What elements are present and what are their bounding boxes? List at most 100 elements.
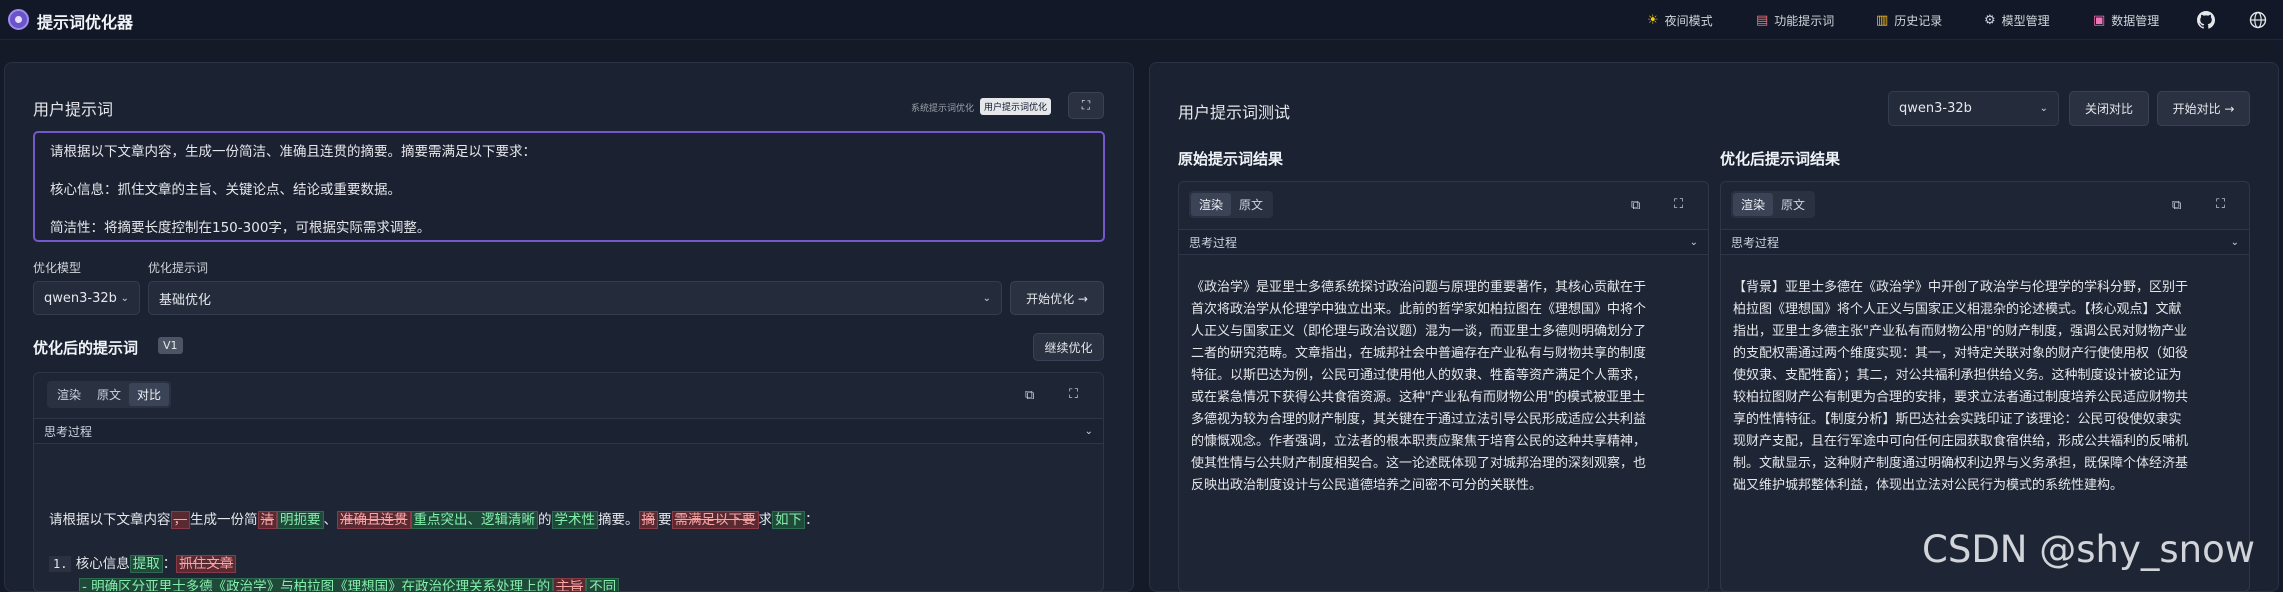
version-badge[interactable]: V1	[158, 337, 183, 354]
thinking-process-toggle[interactable]: 思考过程 ⌄	[1721, 229, 2249, 255]
template-select-value: 基础优化	[159, 292, 212, 308]
tab-compare[interactable]: 对比	[129, 383, 170, 406]
user-prompt-mode-button[interactable]: 用户提示词优化	[980, 98, 1052, 115]
github-button[interactable]	[2197, 9, 2215, 31]
start-compare-button[interactable]: 开始对比 →	[2157, 91, 2250, 126]
text-line: 二者的研究范畴。文章指出，在城邦社会中普遍存在产业私有与财物共享的制度	[1191, 346, 1647, 361]
user-prompt-input[interactable]: 请根据以下文章内容，生成一份简洁、准确且连贯的摘要。摘要需满足以下要求： 核心信…	[33, 131, 1105, 242]
continue-optimize-button[interactable]: 继续优化	[1033, 333, 1104, 361]
diff-seg-removed: 准确且连贯	[337, 511, 411, 529]
diff-line-2: 1. 核心信息 提取：抓住文章	[49, 554, 1089, 574]
diff-seg: ：	[162, 556, 177, 572]
tab-source[interactable]: 原文	[1231, 193, 1271, 216]
tab-render[interactable]: 渲染	[49, 383, 89, 406]
original-result-title: 原始提示词结果	[1178, 150, 1284, 168]
tab-render[interactable]: 渲染	[1191, 193, 1232, 216]
diff-seg-added: 不同	[586, 578, 620, 591]
text-line: 使奴隶、支配牲畜）；其二，对公共福利承担供给义务。这种制度设计被论证为	[1733, 368, 2182, 383]
diff-seg-added: 提取	[129, 555, 163, 573]
prompt-line: 请根据以下文章内容，生成一份简洁、准确且连贯的摘要。摘要需满足以下要求：	[50, 144, 536, 160]
document-icon: ▤	[1756, 12, 1769, 28]
diff-seg-removed: 抓住文章	[176, 555, 237, 573]
app-title: 提示词优化器	[37, 13, 134, 32]
template-select[interactable]: 基础优化 ⌄	[148, 281, 1002, 315]
system-prompt-mode-button[interactable]: 系统提示词优化	[911, 101, 974, 114]
thinking-process-toggle[interactable]: 思考过程 ⌄	[1179, 229, 1708, 255]
chevron-down-icon: ⌄	[1084, 425, 1093, 437]
prompt-line: 核心信息：抓住文章的主旨、关键论点、结论或重要数据。	[50, 182, 401, 198]
optimized-prompt-title: 优化后的提示词	[33, 339, 139, 357]
sun-icon: ☀	[1647, 12, 1659, 28]
model-label: 优化模型	[33, 261, 82, 275]
top-bar: 提示词优化器 ☀ 夜间模式 ▤ 功能提示词 ▥ 历史记录 ⚙ 模型管理 ▣ 数据…	[0, 0, 2283, 40]
night-mode-label: 夜间模式	[1664, 13, 1713, 28]
fullscreen-icon[interactable]: ⛶	[1069, 387, 1078, 402]
diff-seg: 请根据以下文章内容	[49, 512, 171, 528]
text-line: 首次将政治学从伦理学中独立出来。此前的哲学家如柏拉图在《理想国》中将个	[1191, 302, 1647, 317]
fullscreen-icon[interactable]: ⛶	[2216, 197, 2225, 212]
diff-seg-added: - 明确区分亚里士多德《政治学》与柏拉图《理想国》在政治伦理关系处理上的	[79, 578, 554, 591]
original-result-text: 《政治学》是亚里士多德系统探讨政治问题与原理的重要著作，其核心贡献在于 首次将政…	[1191, 277, 1701, 497]
chevron-down-icon: ⌄	[982, 292, 991, 304]
language-button[interactable]	[2249, 9, 2267, 31]
tab-source[interactable]: 原文	[89, 383, 129, 406]
diff-line-3: - 明确区分亚里士多德《政治学》与柏拉图《理想国》在政治伦理关系处理上的 主旨 不同	[79, 577, 1089, 591]
user-prompt-title: 用户提示词	[33, 100, 114, 119]
model-management-label: 模型管理	[2001, 13, 2050, 28]
chevron-down-icon: ⌄	[120, 292, 129, 304]
expand-button[interactable]: ⛶	[1068, 92, 1104, 119]
text-line: 反映出政治制度设计与公民道德培养之间密不可分的关联性。	[1191, 478, 1543, 493]
diff-seg: 的	[538, 512, 552, 528]
data-management-label: 数据管理	[2111, 13, 2160, 28]
diff-seg: 要	[658, 512, 672, 528]
copy-icon[interactable]: ⧉	[2172, 198, 2181, 213]
github-icon	[2197, 11, 2215, 29]
close-compare-button[interactable]: 关闭对比	[2069, 91, 2149, 126]
text-line: 柏拉图《理想国》将个人正义与国家正义相混杂的论述模式。【核心观点】文献	[1733, 302, 2182, 317]
fullscreen-icon[interactable]: ⛶	[1674, 197, 1683, 212]
diff-seg-added: 明扼要	[277, 511, 324, 529]
diff-seg: 求	[758, 512, 773, 528]
text-line: 指出，亚里士多德主张"产业私有而财物公用"的财产制度，强调公民对财物产业	[1733, 324, 2187, 339]
diff-line-1: 请根据以下文章内容，生成一份简洁明扼要、准确且连贯 重点突出、逻辑清晰的学术性 摘要…	[49, 510, 1089, 530]
text-line: 础又维护城邦整体利益，体现出立法对公民行为模式的系统性建构。	[1733, 478, 2124, 493]
night-mode-button[interactable]: ☀ 夜间模式	[1647, 9, 1713, 31]
start-optimize-button[interactable]: 开始优化 →	[1010, 281, 1104, 315]
thinking-process-toggle[interactable]: 思考过程 ⌄	[34, 418, 1103, 444]
csdn-watermark: CSDN @shy_snow	[1922, 528, 2255, 571]
diff-seg: 、	[323, 512, 338, 528]
copy-icon[interactable]: ⧉	[1025, 388, 1034, 403]
optimized-result-title: 优化后提示词结果	[1720, 150, 1841, 168]
optimized-result-card: 渲染 原文 对比 ⧉ ⛶ 思考过程 ⌄ 请根据以下文章内容，生成一份简洁明扼要、…	[33, 372, 1104, 592]
diff-seg-added: 学术性	[551, 511, 598, 529]
text-line: 较柏拉图财产公有制更为合理的安排，要求立法者通过制度培养公民适应财物共	[1733, 390, 2189, 405]
function-prompts-button[interactable]: ▤ 功能提示词	[1756, 9, 1834, 31]
chevron-down-icon: ⌄	[1689, 236, 1698, 248]
text-line: 【背景】亚里士多德在《政治学》中开创了政治学与伦理学的学科分野，区别于	[1733, 280, 2189, 295]
app-logo-icon	[8, 9, 29, 30]
text-line: 《政治学》是亚里士多德系统探讨政治问题与原理的重要著作，其核心贡献在于	[1191, 280, 1647, 295]
model-management-button[interactable]: ⚙ 模型管理	[1984, 9, 2050, 31]
test-model-value: qwen3-32b	[1899, 101, 1972, 116]
tab-render[interactable]: 渲染	[1733, 193, 1774, 216]
history-button[interactable]: ▥ 历史记录	[1876, 9, 1942, 31]
copy-icon[interactable]: ⧉	[1631, 198, 1640, 213]
diff-seg-removed: 主旨	[553, 578, 587, 591]
model-select[interactable]: qwen3-32b ⌄	[33, 281, 140, 315]
diff-seg: 摘要。	[598, 512, 639, 528]
text-line: 享的性情特征。【制度分析】斯巴达社会实践印证了该理论：公民可役使奴隶实	[1733, 412, 2182, 427]
list-number: 1.	[49, 556, 72, 572]
test-model-select[interactable]: qwen3-32b ⌄	[1888, 91, 2059, 126]
diff-seg: 核心信息	[75, 556, 130, 572]
prompt-line: 简洁性：将摘要长度控制在150-300字，可根据实际需求调整。	[50, 220, 431, 236]
diff-seg-added: 重点突出、逻辑清晰	[410, 511, 538, 529]
thinking-label: 思考过程	[1189, 235, 1238, 250]
data-management-button[interactable]: ▣ 数据管理	[2093, 9, 2159, 31]
text-line: 多德视为较为合理的财产制度，其关键在于通过立法引导公民形成适应公共利益	[1191, 412, 1647, 427]
prompt-test-title: 用户提示词测试	[1178, 103, 1291, 122]
original-result-tabs: 渲染 原文	[1189, 191, 1274, 218]
text-line: 制。文献显示，这种财产制度通过明确权利边界与义务承担，既保障个体经济基	[1733, 456, 2189, 471]
diff-seg-removed: 摘	[638, 511, 658, 529]
tab-source[interactable]: 原文	[1773, 193, 1813, 216]
function-prompts-label: 功能提示词	[1774, 13, 1835, 28]
